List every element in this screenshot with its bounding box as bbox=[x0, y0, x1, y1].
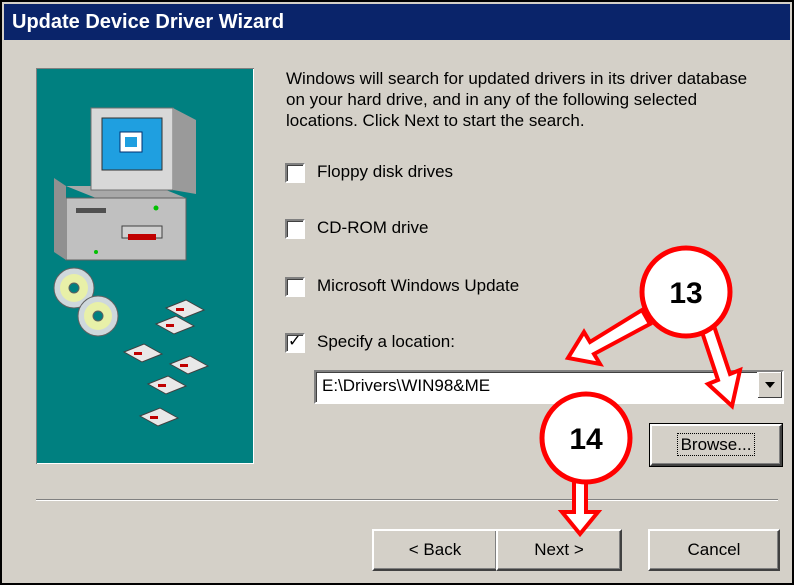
callout-13: 13 bbox=[639, 245, 733, 339]
annotation-overlay: 13 14 bbox=[539, 245, 743, 538]
wizard-window: Update Device Driver Wizard Windows will… bbox=[0, 0, 794, 585]
callout-14: 14 bbox=[539, 391, 633, 485]
callout-13-label: 13 bbox=[669, 277, 702, 310]
callout-14-label: 14 bbox=[569, 423, 603, 456]
